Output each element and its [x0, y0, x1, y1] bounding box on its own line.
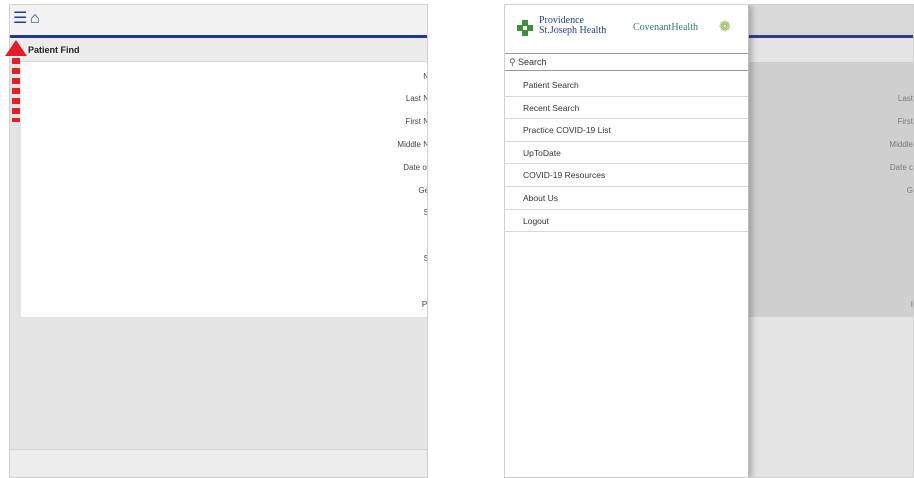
form-label: N: [423, 72, 427, 81]
home-icon[interactable]: ⌂: [30, 11, 40, 27]
drawer-header: Providence St.Joseph Health CovenantHeal…: [505, 5, 748, 51]
dimmed-form-label: Date c: [889, 163, 913, 172]
covenant-logo-text: CovenantHealth: [633, 22, 698, 33]
arrow-dash: [12, 108, 20, 114]
form-label: S: [424, 254, 427, 263]
menu-item-uptodate[interactable]: UpToDate: [505, 142, 748, 165]
patient-find-form: N Last N First N Middle N Date of Ge S S…: [21, 62, 428, 317]
menu-item-recent-search[interactable]: Recent Search: [505, 97, 748, 120]
form-label: Middle N: [397, 140, 428, 149]
providence-logo-text: Providence St.Joseph Health: [539, 16, 629, 36]
form-label: Date of: [403, 163, 428, 172]
search-icon: ⚲: [509, 57, 516, 67]
arrow-dash: [12, 88, 20, 94]
dimmed-form-label: Middle: [889, 140, 913, 149]
dimmed-form-label: G: [906, 186, 913, 195]
menu-item-practice-covid-list[interactable]: Practice COVID-19 List: [505, 119, 748, 142]
right-screen: Last First Middle Date c G I Providence …: [504, 4, 914, 478]
form-label: Ge: [418, 186, 428, 195]
form-label: First N: [405, 117, 428, 126]
arrow-dash: [12, 78, 20, 84]
search-bar[interactable]: ⚲: [505, 53, 748, 71]
menu-item-logout[interactable]: Logout: [505, 210, 748, 233]
search-input[interactable]: [518, 55, 738, 69]
arrow-dash: [12, 118, 20, 122]
form-label: Last N: [405, 94, 428, 103]
menu-item-about-us[interactable]: About Us: [505, 187, 748, 210]
top-bar: ☰ ⌂: [10, 5, 427, 35]
form-label: S: [424, 208, 427, 217]
page-title: Patient Find: [28, 45, 80, 55]
arrow-dash: [12, 98, 20, 104]
navigation-drawer: Providence St.Joseph Health CovenantHeal…: [505, 5, 749, 477]
footer-bar: [10, 449, 427, 477]
providence-line-2: St.Joseph Health: [539, 25, 607, 36]
arrow-dash: [12, 68, 20, 74]
arrow-head-icon: [5, 40, 27, 56]
nav-menu: Patient Search Recent Search Practice CO…: [505, 74, 748, 233]
page-title-bar: Patient Find: [10, 38, 427, 62]
dimmed-form-label: Last: [897, 94, 913, 103]
form-label: Pl: [421, 300, 428, 309]
arrow-dash: [12, 58, 20, 64]
menu-item-patient-search[interactable]: Patient Search: [505, 74, 748, 97]
dimmed-form-label: I: [910, 300, 913, 309]
providence-logo-icon: [517, 20, 533, 36]
menu-item-covid-resources[interactable]: COVID-19 Resources: [505, 164, 748, 187]
covenant-logo-icon: ❁: [719, 18, 731, 34]
dimmed-form-label: First: [897, 117, 913, 126]
hamburger-menu-icon[interactable]: ☰: [13, 11, 27, 27]
left-screen: ☰ ⌂ Patient Find N Last N First N Middle…: [9, 4, 428, 478]
